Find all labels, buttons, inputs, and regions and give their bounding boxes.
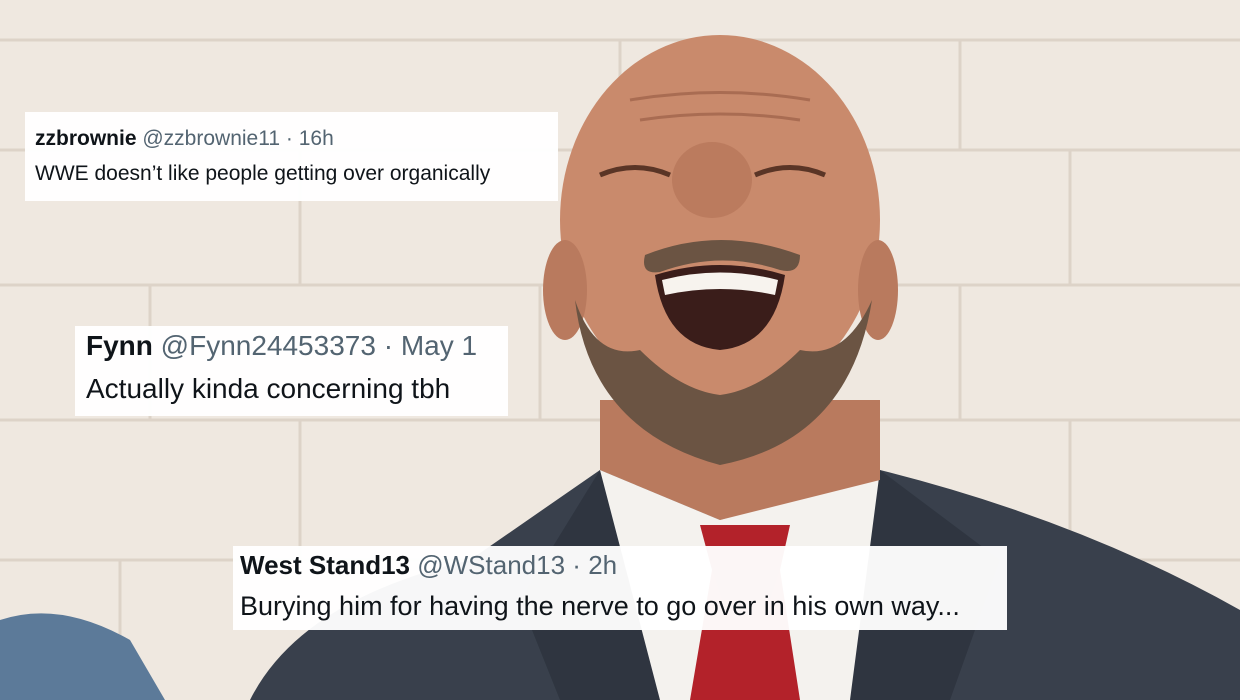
- tweet-separator: ·: [285, 127, 293, 150]
- tweet-text: Burying him for having the nerve to go o…: [240, 591, 960, 621]
- tweet-author-name: Fynn: [86, 330, 153, 361]
- tweet-author-handle: @WStand13: [417, 550, 566, 580]
- tweet-text: Actually kinda concerning tbh: [86, 373, 451, 404]
- meme-image: zzbrownie @zzbrownie11 · 16h WWE doesn’t…: [0, 0, 1240, 700]
- tweet-header: Fynn @Fynn24453373 · May 1: [86, 329, 508, 363]
- tweet-author-handle: @Fynn24453373: [160, 330, 376, 361]
- tweet-header: West Stand13 @WStand13 · 2h: [240, 549, 1007, 581]
- tweet-card: West Stand13 @WStand13 · 2h Burying him …: [233, 546, 1007, 630]
- tweet-separator: ·: [383, 330, 394, 361]
- tweet-author-name: zzbrownie: [35, 127, 137, 150]
- tweet-author-handle: @zzbrownie11: [142, 127, 281, 150]
- tweet-header: zzbrownie @zzbrownie11 · 16h: [35, 126, 558, 152]
- tweet-timestamp: 16h: [298, 127, 334, 150]
- tweet-card: Fynn @Fynn24453373 · May 1 Actually kind…: [75, 326, 508, 416]
- tweet-author-name: West Stand13: [240, 550, 411, 580]
- tweet-card: zzbrownie @zzbrownie11 · 16h WWE doesn’t…: [25, 112, 558, 201]
- tweet-timestamp: May 1: [400, 330, 478, 361]
- tweet-timestamp: 2h: [588, 550, 618, 580]
- tweet-text: WWE doesn’t like people getting over org…: [35, 162, 491, 185]
- tweet-separator: ·: [572, 550, 581, 580]
